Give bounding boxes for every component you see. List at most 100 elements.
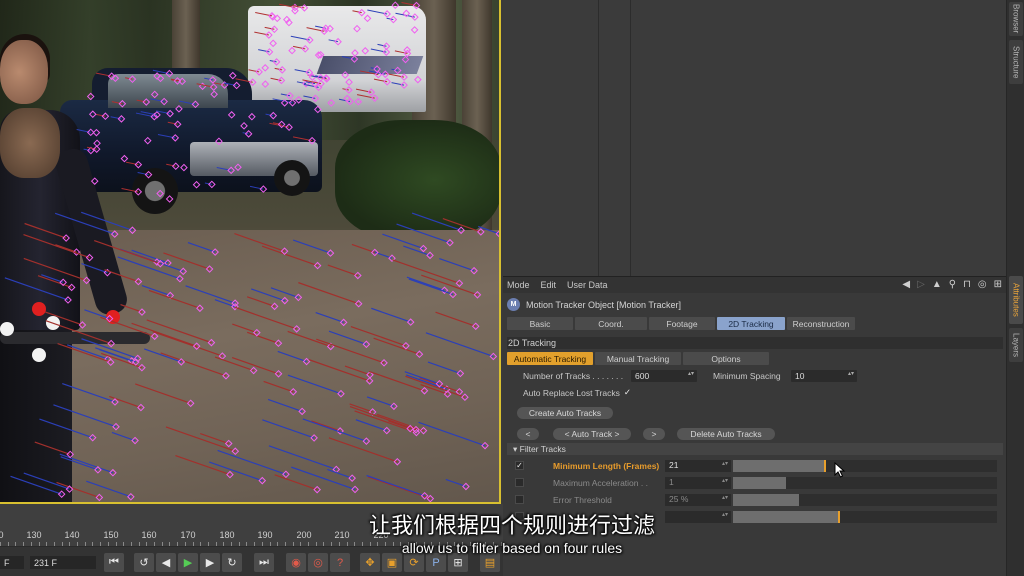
subtab-automatic-tracking[interactable]: Automatic Tracking bbox=[507, 352, 593, 365]
track-path bbox=[246, 296, 275, 307]
filter-slider[interactable] bbox=[733, 494, 997, 506]
arrow-up-icon[interactable]: ▲ bbox=[932, 279, 942, 290]
track-path bbox=[298, 282, 359, 305]
filter-tracks-group[interactable]: ▾ Filter Tracks bbox=[507, 443, 1003, 455]
track-path bbox=[445, 478, 467, 488]
filter-value-field[interactable]: 21 ▴▾ bbox=[665, 460, 731, 472]
track-point bbox=[92, 128, 101, 137]
track-path bbox=[327, 468, 353, 479]
track-path bbox=[234, 306, 297, 330]
menu-mode[interactable]: Mode bbox=[507, 280, 530, 290]
filter-row: ✓ Minimum Length (Frames) 21 ▴▾ bbox=[507, 459, 1003, 473]
track-point bbox=[234, 163, 242, 172]
object-manager[interactable] bbox=[503, 0, 1006, 276]
object-manager-divider bbox=[598, 0, 599, 276]
delete-auto-tracks-button[interactable]: Delete Auto Tracks bbox=[677, 428, 775, 440]
tab-basic[interactable]: Basic bbox=[507, 317, 573, 330]
track-path bbox=[83, 148, 91, 152]
filter-value-field[interactable]: 25 % ▴▾ bbox=[665, 494, 731, 506]
tab-footage[interactable]: Footage bbox=[649, 317, 715, 330]
track-point bbox=[88, 110, 97, 119]
filter-row: Maximum Acceleration . . 1 ▴▾ bbox=[507, 476, 1003, 490]
track-point bbox=[426, 251, 434, 260]
tab-reconstruction[interactable]: Reconstruction bbox=[787, 317, 855, 330]
menu-user-data[interactable]: User Data bbox=[567, 280, 608, 290]
track-path bbox=[60, 456, 99, 471]
track-path bbox=[349, 405, 417, 431]
track-path bbox=[435, 311, 476, 327]
track-path bbox=[351, 243, 376, 254]
track-point bbox=[228, 71, 237, 80]
track-point bbox=[109, 468, 117, 477]
track-path bbox=[62, 382, 116, 403]
filter-checkbox[interactable]: ✓ bbox=[515, 461, 524, 470]
track-path bbox=[95, 347, 136, 363]
track-point bbox=[138, 363, 146, 372]
filter-checkbox[interactable] bbox=[515, 478, 524, 487]
target-icon[interactable]: ◎ bbox=[978, 279, 987, 290]
tab-browser[interactable]: Browser bbox=[1009, 2, 1023, 36]
track-path bbox=[328, 330, 367, 345]
footage-viewport[interactable] bbox=[0, 0, 501, 504]
next-frame-track-button[interactable]: > bbox=[643, 428, 665, 440]
tab-2d-tracking[interactable]: 2D Tracking bbox=[717, 317, 785, 330]
tab-attributes[interactable]: Attributes bbox=[1009, 276, 1023, 324]
track-point bbox=[207, 338, 216, 347]
filter-label: Maximum Acceleration . . bbox=[553, 478, 648, 488]
track-point bbox=[107, 339, 115, 348]
track-path bbox=[111, 431, 136, 442]
add-panel-icon[interactable]: ⊞ bbox=[994, 279, 1002, 290]
filter-value-field[interactable]: 1 ▴▾ bbox=[665, 477, 731, 489]
spin-arrows-icon[interactable]: ▴▾ bbox=[722, 494, 728, 501]
track-path bbox=[270, 287, 299, 298]
auto-replace-checkbox[interactable]: ✓ bbox=[624, 387, 631, 398]
subtab-options[interactable]: Options bbox=[683, 352, 769, 365]
attribute-menubar: Mode Edit User Data ◀ ▷ ▲ ⚲ ⊓ ◎ ⊞ bbox=[503, 277, 1006, 293]
arrow-right-icon[interactable]: ▷ bbox=[917, 279, 925, 290]
filter-checkbox[interactable] bbox=[515, 495, 524, 504]
previous-frame-track-button[interactable]: < bbox=[517, 428, 539, 440]
spin-arrows-icon[interactable]: ▴▾ bbox=[722, 460, 728, 467]
track-path bbox=[160, 352, 227, 377]
create-auto-tracks-button[interactable]: Create Auto Tracks bbox=[517, 407, 613, 419]
track-point bbox=[337, 389, 345, 398]
track-path bbox=[373, 337, 420, 355]
min-spacing-field[interactable]: 10 ▴▾ bbox=[791, 370, 857, 382]
subtab-manual-tracking[interactable]: Manual Tracking bbox=[595, 352, 681, 365]
track-point bbox=[57, 490, 66, 498]
track-point bbox=[382, 426, 391, 435]
start-frame-field[interactable]: F bbox=[0, 556, 24, 569]
track-point bbox=[175, 105, 183, 113]
track-path bbox=[55, 244, 77, 253]
subtitle-english: allow us to filter based on four rules bbox=[401, 540, 623, 556]
track-point bbox=[314, 105, 322, 114]
spin-arrows-icon[interactable]: ▴▾ bbox=[722, 477, 728, 484]
tab-layers[interactable]: Layers bbox=[1009, 328, 1023, 362]
tab-structure[interactable]: Structure bbox=[1009, 40, 1023, 84]
motion-tracker-icon: M bbox=[507, 298, 520, 311]
lock-icon[interactable]: ⊓ bbox=[963, 279, 971, 290]
attribute-tabs: Basic Coord. Footage 2D Tracking Reconst… bbox=[507, 317, 855, 330]
search-icon[interactable]: ⚲ bbox=[949, 279, 956, 290]
track-path bbox=[274, 474, 318, 491]
track-path bbox=[131, 249, 169, 264]
num-tracks-field[interactable]: 600 ▴▾ bbox=[631, 370, 697, 382]
track-path bbox=[291, 466, 356, 490]
track-points-overlay bbox=[4, 1, 499, 502]
menu-edit[interactable]: Edit bbox=[541, 280, 557, 290]
track-path bbox=[54, 212, 115, 235]
track-path bbox=[327, 264, 359, 277]
track-path bbox=[382, 233, 424, 250]
current-frame-field[interactable]: 231 F bbox=[30, 556, 96, 569]
slider-knob[interactable] bbox=[824, 460, 827, 472]
track-point bbox=[391, 1, 400, 10]
filter-slider[interactable] bbox=[733, 477, 997, 489]
auto-track-button[interactable]: < Auto Track > bbox=[553, 428, 631, 440]
filter-slider[interactable] bbox=[733, 460, 997, 472]
slider-fill bbox=[733, 460, 826, 472]
track-path bbox=[24, 222, 67, 239]
num-tracks-label: Number of Tracks . . . . . . . bbox=[523, 371, 624, 381]
arrow-left-icon[interactable]: ◀ bbox=[902, 279, 910, 290]
track-path bbox=[267, 398, 303, 412]
tab-coord[interactable]: Coord. bbox=[575, 317, 647, 330]
